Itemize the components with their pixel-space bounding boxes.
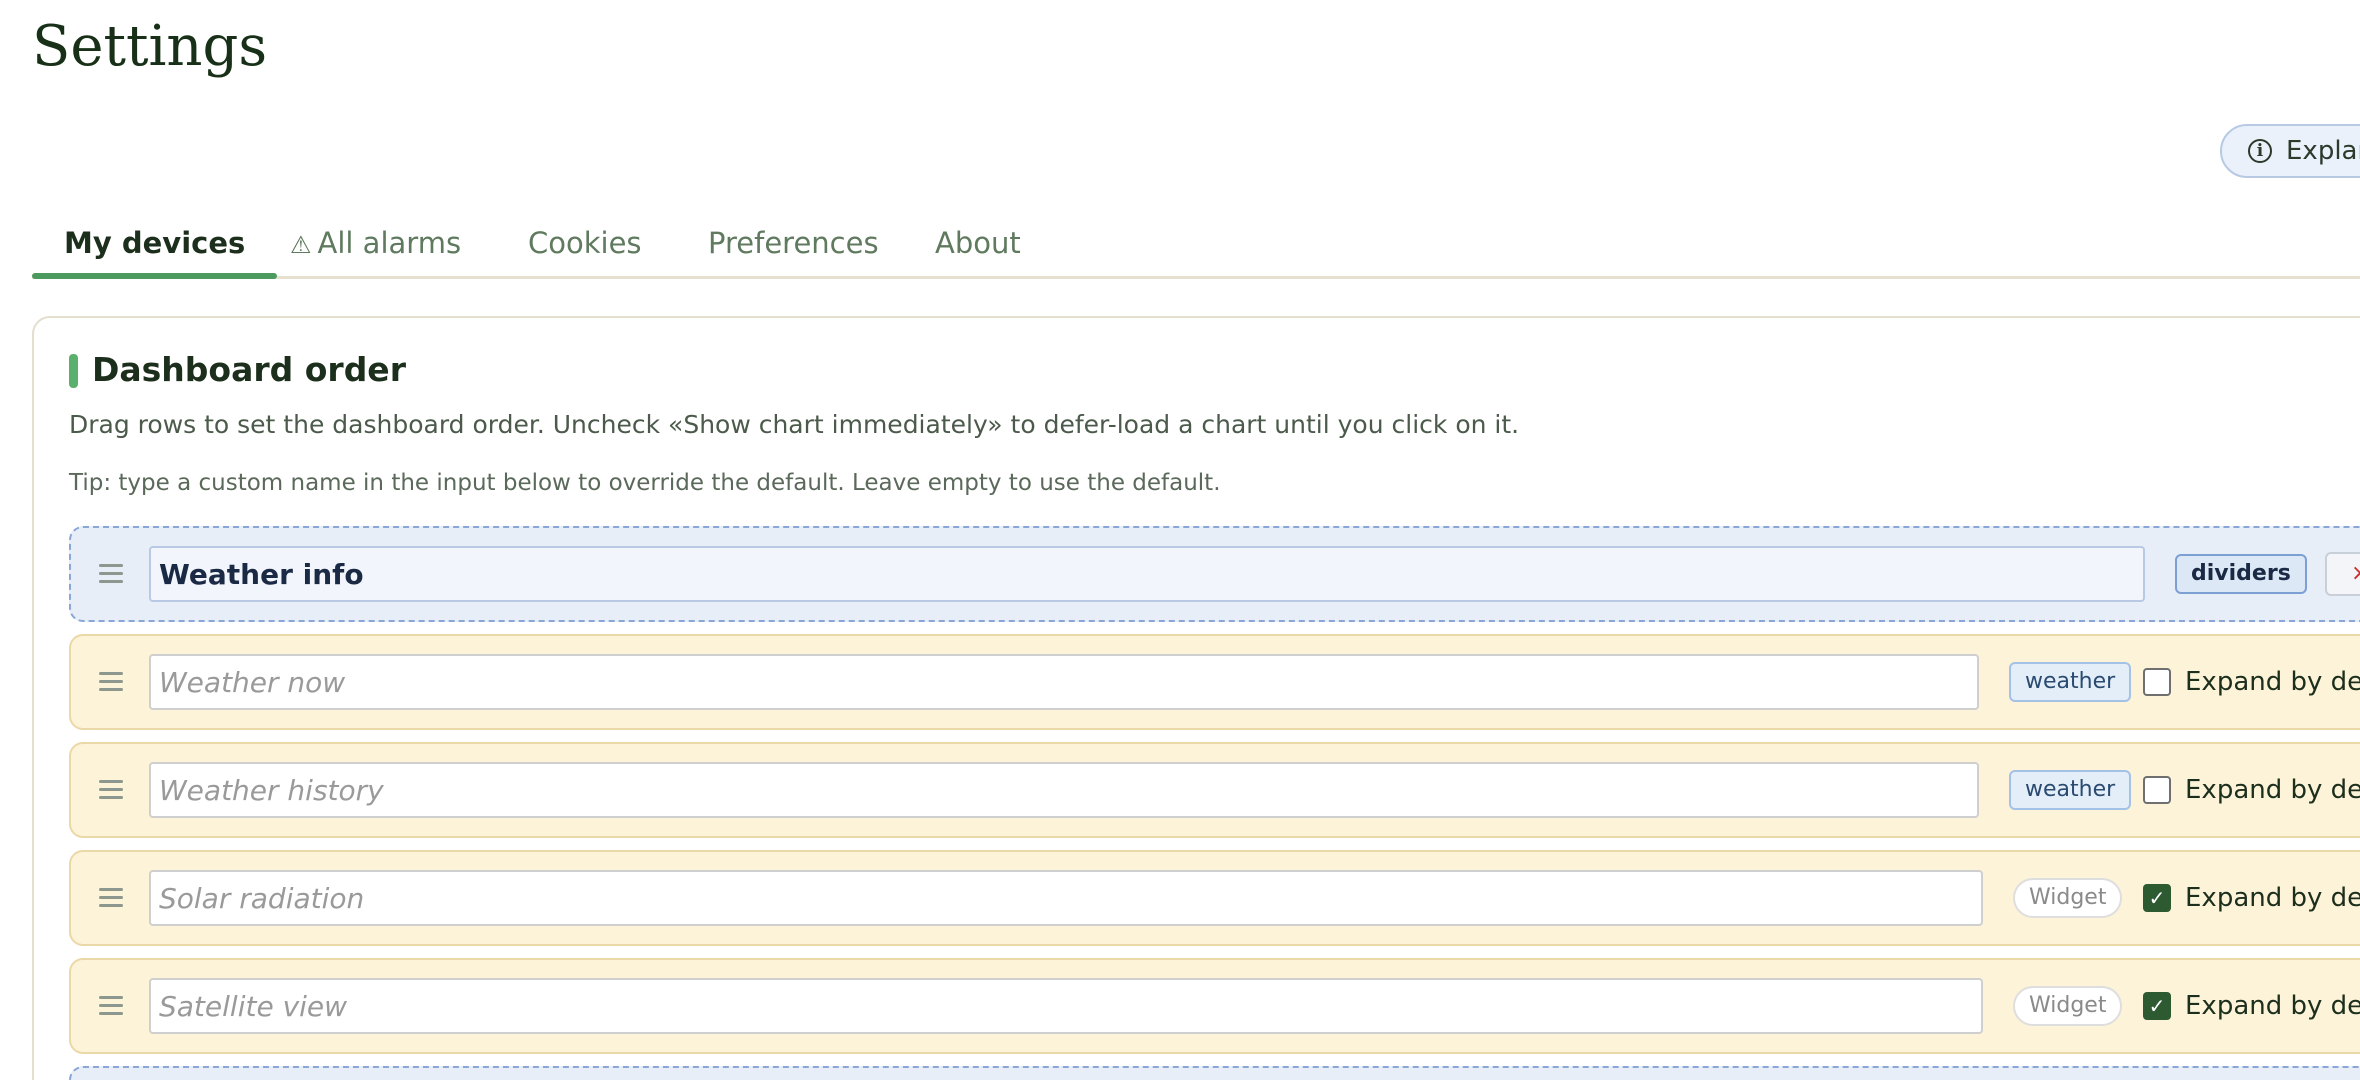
expand-checkbox[interactable] [2143, 668, 2171, 696]
widget-row[interactable]: Widget ✓ Expand by defau [69, 850, 2360, 946]
expand-label: Expand by defau [2185, 991, 2360, 1021]
expand-checkbox[interactable] [2143, 776, 2171, 804]
tab-label: All alarms [317, 226, 462, 260]
page-title: Settings [32, 14, 268, 79]
widget-name-input[interactable] [149, 654, 1979, 710]
warning-icon: ⚠ [290, 231, 312, 259]
expand-label: Expand by defau [2185, 667, 2360, 697]
tab-label: About [935, 226, 1021, 260]
widget-row[interactable]: Widget ✓ Expand by defau [69, 958, 2360, 1054]
drag-handle-icon[interactable] [99, 564, 123, 584]
widget-name-input[interactable] [149, 978, 1983, 1034]
tab-bar: My devices ⚠ All alarms Cookies Preferenc… [31, 210, 2360, 279]
drag-handle-icon[interactable] [99, 996, 123, 1016]
section-title: Dashboard order [92, 350, 406, 389]
tab-about[interactable]: About [935, 210, 1021, 276]
widget-type-badge: Widget [2013, 878, 2123, 918]
divider-name-input[interactable] [149, 546, 2145, 602]
section-tip: Tip: type a custom name in the input bel… [69, 470, 1221, 496]
widget-row[interactable]: weather Expand by defau [69, 742, 2360, 838]
tab-label: Preferences [708, 226, 879, 260]
drag-handle-icon[interactable] [99, 672, 123, 692]
drag-handle-icon[interactable] [99, 780, 123, 800]
widget-type-badge: weather [2009, 770, 2132, 810]
widget-name-input[interactable] [149, 870, 1983, 926]
close-icon: × [2351, 561, 2360, 586]
drag-handle-icon[interactable] [99, 888, 123, 908]
divider-row[interactable] [69, 1066, 2360, 1080]
widget-row[interactable]: weather Expand by defau [69, 634, 2360, 730]
dividers-badge: dividers [2175, 554, 2307, 594]
remove-button[interactable]: × [2325, 552, 2360, 596]
expand-checkbox[interactable]: ✓ [2143, 884, 2171, 912]
section-accent-bar [69, 354, 78, 388]
tab-all-alarms[interactable]: ⚠ All alarms [290, 210, 461, 276]
widget-name-input[interactable] [149, 762, 1979, 818]
expand-label: Expand by defau [2185, 775, 2360, 805]
info-icon: i [2248, 139, 2272, 163]
tab-label: My devices [64, 226, 246, 260]
explain-button-label: Explan [2286, 136, 2360, 166]
settings-page: Settings i Explan My devices ⚠All alarms… [0, 0, 2360, 1080]
explain-button[interactable]: i Explan [2220, 124, 2360, 178]
tab-cookies[interactable]: Cookies [528, 210, 642, 276]
section-description: Drag rows to set the dashboard order. Un… [69, 410, 1520, 439]
expand-checkbox[interactable]: ✓ [2143, 992, 2171, 1020]
tab-preferences[interactable]: Preferences [708, 210, 879, 276]
widget-type-badge: Widget [2013, 986, 2123, 1026]
expand-by-default-toggle[interactable]: Expand by defau [2143, 667, 2360, 697]
divider-row[interactable]: dividers × [69, 526, 2360, 622]
tab-label: Cookies [528, 226, 642, 260]
expand-by-default-toggle[interactable]: ✓ Expand by defau [2143, 991, 2360, 1021]
tab-my-devices[interactable]: My devices [31, 210, 278, 279]
expand-by-default-toggle[interactable]: ✓ Expand by defau [2143, 883, 2360, 913]
expand-label: Expand by defau [2185, 883, 2360, 913]
expand-by-default-toggle[interactable]: Expand by defau [2143, 775, 2360, 805]
widget-type-badge: weather [2009, 662, 2132, 702]
